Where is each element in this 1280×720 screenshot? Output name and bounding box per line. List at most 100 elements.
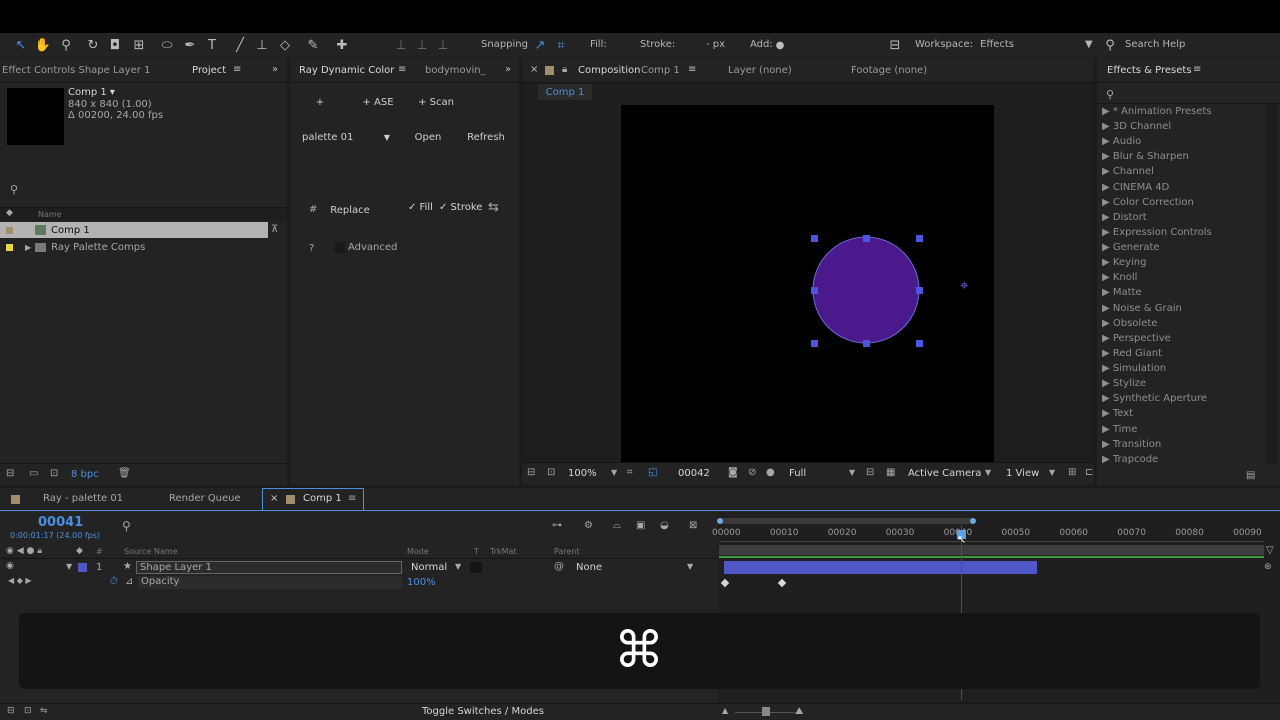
tab-effects-presets[interactable]: Effects & Presets xyxy=(1107,65,1192,76)
brush-tool-icon[interactable]: ╱ xyxy=(231,36,249,54)
project-comp-name[interactable]: Comp 1 ▾ xyxy=(68,87,115,98)
mask-icon[interactable]: ◱ xyxy=(648,467,657,478)
interpret-footage-icon[interactable]: ⊟ xyxy=(6,468,14,479)
add-ase-button[interactable]: + ASE xyxy=(353,91,403,113)
snapshot-icon[interactable]: ◙ xyxy=(728,467,738,478)
tab-render-queue[interactable]: Render Queue xyxy=(169,493,241,504)
list-item[interactable]: ▶ Ray Palette Comps xyxy=(0,239,287,255)
effects-category-item[interactable]: ▶ Stylize xyxy=(1102,378,1146,389)
effects-category-item[interactable]: ▶ Blur & Sharpen xyxy=(1102,151,1189,162)
new-comp-icon[interactable]: ⊡ xyxy=(50,468,58,479)
graph-editor-icon[interactable]: ⊠ xyxy=(689,520,697,531)
transform-handle[interactable] xyxy=(916,235,923,242)
tab-effect-controls[interactable]: Effect Controls Shape Layer 1 xyxy=(2,65,150,76)
effects-category-item[interactable]: ▶ 3D Channel xyxy=(1102,121,1171,132)
ellipse-tool-icon[interactable]: ⬭ xyxy=(158,36,176,54)
panel-menu-icon[interactable]: ≡ xyxy=(1193,64,1201,75)
opacity-value[interactable]: 100% xyxy=(407,577,436,588)
comp-button-icon[interactable]: ▽ xyxy=(1266,545,1274,556)
search-help-input[interactable]: Search Help xyxy=(1125,39,1185,50)
effects-category-item[interactable]: ▶ Distort xyxy=(1102,212,1147,223)
tab-project[interactable]: Project xyxy=(192,65,226,76)
graph-icon[interactable]: ⊿ xyxy=(125,576,133,587)
effects-category-item[interactable]: ▶ Perspective xyxy=(1102,333,1171,344)
transform-handle[interactable] xyxy=(916,340,923,347)
layer-name-field[interactable]: Shape Layer 1 xyxy=(136,561,402,574)
effects-category-item[interactable]: ▶ Knoll xyxy=(1102,272,1137,283)
column-name[interactable]: Name xyxy=(38,210,62,219)
bpc-toggle[interactable]: 8 bpc xyxy=(71,469,99,480)
effects-category-item[interactable]: ▶ Channel xyxy=(1102,166,1154,177)
zoom-tool-icon[interactable]: ⚲ xyxy=(57,36,75,54)
zoom-in-icon[interactable]: ⛰ xyxy=(795,706,803,717)
effects-category-item[interactable]: ▶ Red Giant xyxy=(1102,348,1162,359)
axis-world-icon[interactable]: ⟂ xyxy=(413,36,431,54)
panel-menu-icon[interactable]: ≡ xyxy=(233,64,241,75)
effects-category-item[interactable]: ▶ Transition xyxy=(1102,439,1161,450)
pen-tool-icon[interactable]: ✒ xyxy=(181,36,199,54)
fast-preview-icon[interactable]: ⊟ xyxy=(866,467,874,478)
eraser-tool-icon[interactable]: ◇ xyxy=(276,36,294,54)
chevron-down-icon[interactable]: ▼ xyxy=(611,468,617,477)
workspace-dropdown-icon[interactable]: ▼ xyxy=(1085,39,1093,50)
type-tool-icon[interactable]: T xyxy=(203,36,221,54)
fill-checkbox[interactable]: ✓ Fill xyxy=(408,202,433,213)
effects-category-item[interactable]: ▶ Expression Controls xyxy=(1102,227,1212,238)
tab-layer[interactable]: Layer (none) xyxy=(728,65,792,76)
panel-expand-icon[interactable]: » xyxy=(272,64,278,75)
chevron-down-icon[interactable]: ▼ xyxy=(455,562,461,571)
current-frame[interactable]: 00041 xyxy=(38,515,83,530)
new-folder-icon[interactable]: ▭ xyxy=(29,468,38,479)
tab-footage[interactable]: Footage (none) xyxy=(851,65,927,76)
toggle-switches-modes-button[interactable]: Toggle Switches / Modes xyxy=(422,706,544,717)
chevron-down-icon[interactable]: ▼ xyxy=(849,468,855,477)
comp-breadcrumb[interactable]: Comp 1 xyxy=(538,84,592,100)
pick-whip-icon[interactable]: @ xyxy=(554,561,564,572)
effects-category-item[interactable]: ▶ Keying xyxy=(1102,257,1146,268)
column-parent[interactable]: Parent xyxy=(554,547,580,556)
tab-comp-name[interactable]: Comp 1 xyxy=(641,65,680,76)
layer-switches-icon[interactable]: ⊟ xyxy=(7,706,15,716)
camera-select[interactable]: Active Camera xyxy=(908,468,981,479)
reset-exposure-icon[interactable]: ⊏ xyxy=(1085,467,1093,478)
column-source-name[interactable]: Source Name xyxy=(124,547,178,556)
motion-blur-icon[interactable]: ◒ xyxy=(660,520,669,531)
transparency-grid-icon[interactable]: ▦ xyxy=(886,467,895,478)
transform-handle[interactable] xyxy=(811,287,818,294)
roto-brush-tool-icon[interactable]: ✎ xyxy=(304,36,322,54)
snap-feature-icon[interactable]: ⌗ xyxy=(552,36,570,54)
work-area-start-handle[interactable] xyxy=(717,518,723,524)
effects-category-item[interactable]: ▶ CINEMA 4D xyxy=(1102,182,1169,193)
transform-handle[interactable] xyxy=(916,287,923,294)
effects-category-item[interactable]: ▶ Synthetic Aperture xyxy=(1102,393,1207,404)
transform-handle[interactable] xyxy=(811,340,818,347)
add-button[interactable]: + xyxy=(300,91,340,113)
zoom-slider-thumb[interactable] xyxy=(762,707,770,716)
visibility-eye-icon[interactable]: ◉ xyxy=(6,561,14,571)
zoom-select[interactable]: 100% xyxy=(568,468,597,479)
property-row[interactable]: ◀ ◆ ▶ ⏱ ⊿ Opacity 100% xyxy=(0,576,716,590)
transfer-controls-icon[interactable]: ⊡ xyxy=(24,706,32,716)
add-scan-button[interactable]: + Scan xyxy=(410,91,462,113)
rotate-tool-icon[interactable]: ↻ xyxy=(84,36,102,54)
effects-category-item[interactable]: ▶ Color Correction xyxy=(1102,197,1194,208)
scrollbar[interactable] xyxy=(1265,104,1277,464)
composition-canvas[interactable] xyxy=(621,105,994,462)
effects-category-item[interactable]: ▶ Generate xyxy=(1102,242,1160,253)
work-area-end-handle[interactable] xyxy=(970,518,976,524)
open-button[interactable]: Open xyxy=(406,126,450,148)
flowchart-icon[interactable]: ⊼ xyxy=(271,224,278,235)
stroke-width-value[interactable]: - px xyxy=(706,39,725,50)
axis-local-icon[interactable]: ⟂ xyxy=(392,36,410,54)
stroke-checkbox[interactable]: ✓ Stroke xyxy=(439,202,482,213)
new-preset-icon[interactable]: ▤ xyxy=(1246,470,1255,481)
label-swatch[interactable] xyxy=(78,563,87,572)
views-select[interactable]: 1 View xyxy=(1006,468,1039,479)
help-button[interactable]: ? xyxy=(309,243,314,254)
column-t[interactable]: T xyxy=(474,547,479,556)
axis-view-icon[interactable]: ⟂ xyxy=(434,36,452,54)
advanced-checkbox[interactable] xyxy=(334,242,345,253)
grid-icon[interactable]: ⌗ xyxy=(627,467,633,478)
resolution-select[interactable]: Full xyxy=(789,468,806,479)
effects-category-item[interactable]: ▶ Time xyxy=(1102,424,1137,435)
